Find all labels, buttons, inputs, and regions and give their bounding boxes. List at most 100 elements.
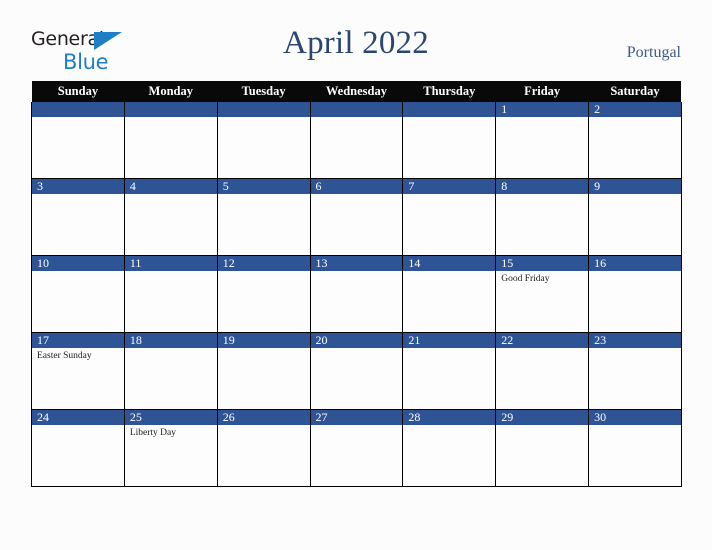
calendar-week-row: 17 Easter Sunday 18 19 20 21 22 23 [31,332,682,410]
day-event-label: Easter Sunday [37,351,92,361]
day-number: 21 [403,333,496,348]
day-number: 27 [310,410,403,425]
day-cell[interactable]: 5 [216,178,311,256]
day-event-label [218,117,310,120]
weekday-header-tuesday: Tuesday [217,81,311,102]
day-cell[interactable]: 10 [31,255,125,333]
day-number: 16 [589,256,681,271]
day-number [403,102,496,117]
day-number: 6 [310,179,403,194]
day-number: 3 [32,179,124,194]
day-cell[interactable]: 12 [216,255,311,333]
day-cell[interactable]: 7 [402,178,497,256]
day-cell[interactable]: 2 [588,102,682,179]
calendar-week-row: 10 11 12 13 14 15 Good Friday 16 [31,255,682,333]
weekday-header-saturday: Saturday [588,81,682,102]
day-number: 22 [496,333,589,348]
day-cell[interactable]: 20 [309,332,404,410]
day-number: 1 [496,102,589,117]
day-cell[interactable]: 6 [309,178,404,256]
day-event-label [311,271,403,274]
day-number: 23 [589,333,681,348]
day-event-label [311,348,403,351]
weekday-header-sunday: Sunday [31,81,125,102]
day-cell[interactable]: 8 [495,178,590,256]
day-event-label [32,271,124,274]
day-number: 14 [403,256,496,271]
day-event-label [218,348,310,351]
day-cell[interactable] [309,102,404,179]
day-number: 7 [403,179,496,194]
day-cell[interactable]: 25 Liberty Day [123,409,218,487]
day-event-label [496,117,588,120]
day-event-label [125,271,217,274]
day-cell[interactable]: 30 [588,409,682,487]
weekday-header-monday: Monday [124,81,218,102]
day-cell[interactable] [216,102,311,179]
day-number: 29 [496,410,589,425]
day-cell[interactable]: 3 [31,178,125,256]
calendar-week-row: 1 2 [31,102,682,179]
day-cell[interactable]: 29 [495,409,590,487]
day-cell[interactable]: 17 Easter Sunday [31,332,125,410]
day-event-label [125,348,217,351]
day-cell[interactable]: 23 [588,332,682,410]
day-cell[interactable]: 18 [123,332,218,410]
day-cell[interactable]: 21 [402,332,497,410]
day-cell[interactable]: 11 [123,255,218,333]
day-cell[interactable]: 16 [588,255,682,333]
country-label: Portugal [626,44,681,61]
day-cell[interactable]: 4 [123,178,218,256]
weekday-header-thursday: Thursday [402,81,496,102]
day-cell[interactable] [123,102,218,179]
day-event-label [403,117,495,120]
day-cell[interactable] [31,102,125,179]
day-cell[interactable]: 27 [309,409,404,487]
day-cell[interactable]: 22 [495,332,590,410]
day-number [310,102,403,117]
day-cell[interactable]: 14 [402,255,497,333]
day-event-label: Liberty Day [129,428,177,438]
day-event-label [589,425,681,428]
weekday-header-wednesday: Wednesday [310,81,403,102]
day-number: 19 [217,333,310,348]
day-number: 2 [589,102,681,117]
day-cell[interactable]: 9 [588,178,682,256]
day-number: 10 [32,256,124,271]
page-header: General Blue April 2022 Portugal [0,0,712,80]
day-number: 26 [217,410,310,425]
day-cell[interactable]: 26 [216,409,311,487]
day-number: 28 [403,410,496,425]
day-cell[interactable]: 1 [495,102,590,179]
day-event-label [403,348,495,351]
day-event-label [496,348,588,351]
day-event-label [589,117,681,120]
calendar-week-row: 24 25 Liberty Day 26 27 28 29 30 [31,409,682,487]
day-cell[interactable]: 28 [402,409,497,487]
day-event-label [218,194,310,197]
day-cell[interactable] [402,102,497,179]
day-event-label [403,194,495,197]
weekday-header-friday: Friday [495,81,589,102]
day-number: 15 [496,256,589,271]
day-event-label [496,425,588,428]
day-event-label [311,425,403,428]
page-title: April 2022 [283,25,429,61]
day-event-label: Good Friday [501,274,550,284]
day-event-label [403,271,495,274]
day-cell[interactable]: 15 Good Friday [495,255,590,333]
calendar-page: General Blue April 2022 Portugal Sunday … [0,0,712,550]
day-number: 25 [124,410,217,425]
day-number: 9 [589,179,681,194]
day-cell[interactable]: 19 [216,332,311,410]
day-event-label [589,348,681,351]
day-cell[interactable]: 13 [309,255,404,333]
day-event-label [125,194,217,197]
day-cell[interactable]: 24 [31,409,125,487]
day-number: 17 [32,333,124,348]
day-number: 18 [124,333,217,348]
day-number: 13 [310,256,403,271]
day-event-label [218,425,310,428]
day-number: 12 [217,256,310,271]
day-event-label [32,194,124,197]
